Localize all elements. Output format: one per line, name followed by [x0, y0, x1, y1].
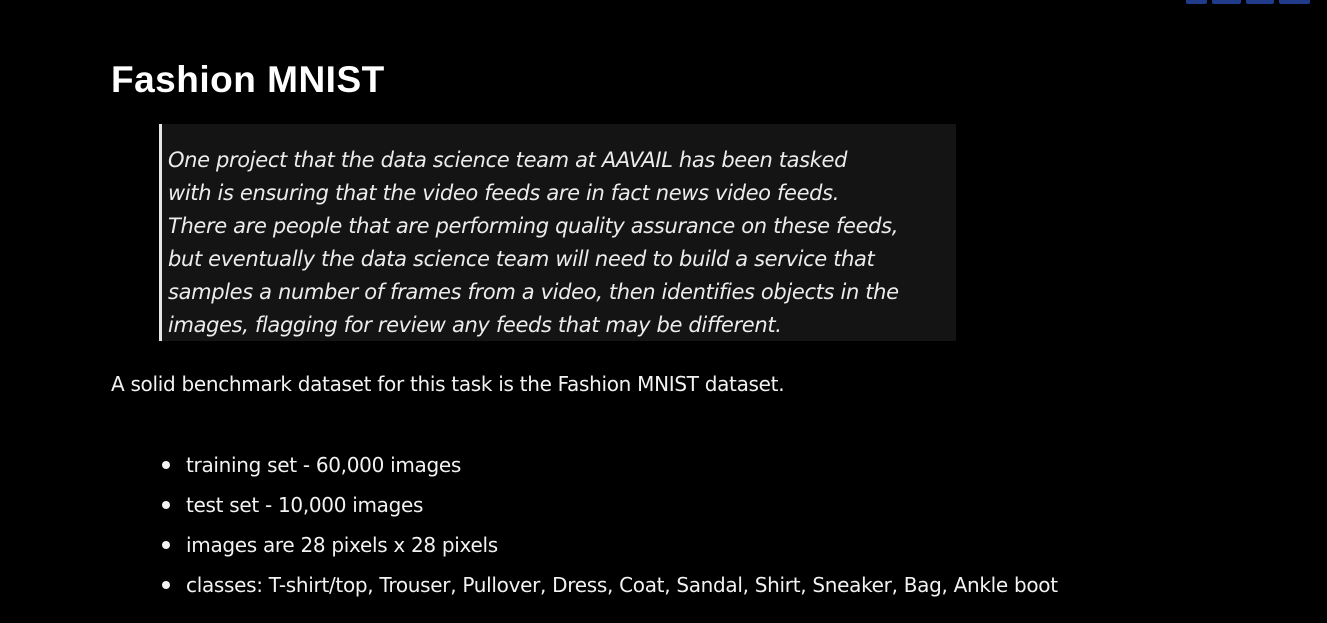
list-item: test set - 10,000 images	[162, 485, 1058, 525]
list-item: classes: T-shirt/top, Trouser, Pullover,…	[162, 565, 1058, 605]
quote-block: One project that the data science team a…	[159, 124, 956, 341]
ibm-logo-icon	[1186, 0, 1310, 6]
bullet-icon	[162, 541, 170, 549]
bullet-icon	[162, 461, 170, 469]
list-item: training set - 60,000 images	[162, 445, 1058, 485]
page-title: Fashion MNIST	[111, 59, 385, 100]
dataset-facts-list: training set - 60,000 images test set - …	[162, 445, 1058, 605]
intro-paragraph: A solid benchmark dataset for this task …	[111, 372, 785, 396]
quote-line: One project that the data science team a…	[168, 148, 848, 172]
quote-line: samples a number of frames from a video,…	[168, 280, 899, 304]
list-item-text: training set - 60,000 images	[186, 453, 461, 477]
list-item-text: test set - 10,000 images	[186, 493, 424, 517]
bullet-icon	[162, 501, 170, 509]
list-item-text: images are 28 pixels x 28 pixels	[186, 533, 498, 557]
quote-line: with is ensuring that the video feeds ar…	[168, 181, 840, 205]
list-item-text: classes: T-shirt/top, Trouser, Pullover,…	[186, 573, 1058, 597]
quote-line: images, flagging for review any feeds th…	[168, 313, 782, 337]
quote-line: There are people that are performing qua…	[168, 214, 899, 238]
bullet-icon	[162, 581, 170, 589]
quote-line: but eventually the data science team wil…	[168, 247, 875, 271]
list-item: images are 28 pixels x 28 pixels	[162, 525, 1058, 565]
